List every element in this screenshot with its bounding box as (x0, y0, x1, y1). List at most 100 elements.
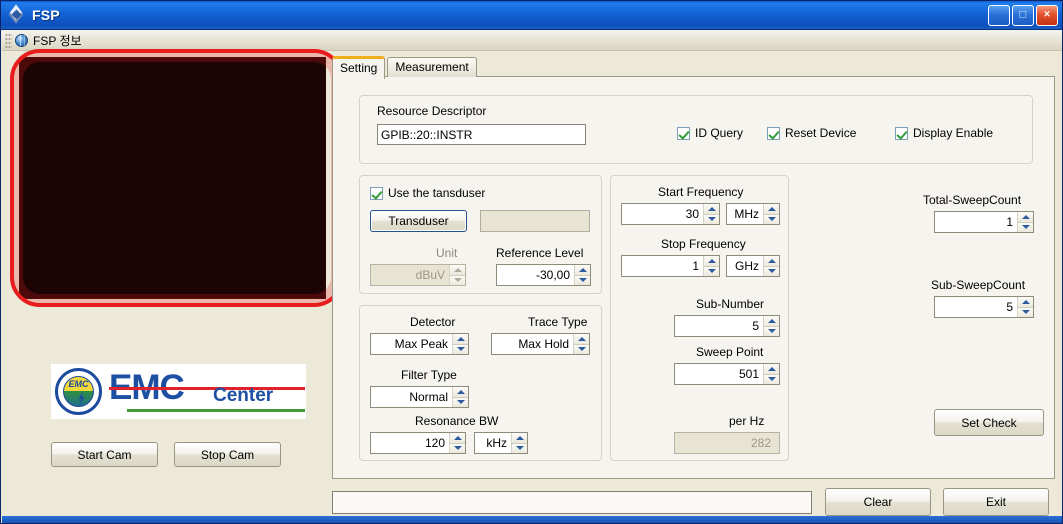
sweep-point-spinner[interactable]: 501 (674, 363, 780, 385)
unit-spin-arrows[interactable] (449, 265, 465, 285)
stop-frequency-spin-up-icon[interactable] (704, 256, 719, 266)
logo-sub-text: Center (213, 385, 274, 406)
detector-spin-up-icon[interactable] (453, 334, 468, 344)
start-frequency-spinner[interactable]: 30 (621, 203, 720, 225)
use-transducer-label: Use the tansduser (388, 186, 486, 200)
unit-spinner[interactable]: dBuV (370, 264, 466, 286)
filter-type-spinner[interactable]: Normal (370, 386, 469, 408)
close-button[interactable]: × (1036, 4, 1058, 26)
unit-spin-up-icon[interactable] (450, 265, 465, 275)
start-frequency-spin-up-icon[interactable] (704, 204, 719, 214)
exit-button[interactable]: Exit (943, 488, 1049, 516)
reference-level-spin-down-icon[interactable] (575, 274, 590, 285)
resonance-bw-unit-spinner[interactable]: kHz (474, 432, 528, 454)
sub-number-spin-down-icon[interactable] (764, 325, 779, 336)
use-transducer-checkbox[interactable]: Use the tansduser (370, 186, 485, 200)
sweep-point-spin-down-icon[interactable] (764, 373, 779, 384)
start-frequency-unit-spinner[interactable]: MHz (726, 203, 780, 225)
resonance-bw-value: 120 (424, 436, 445, 450)
stop-frequency-spin-arrows[interactable] (703, 256, 719, 276)
sweep-point-spin-arrows[interactable] (763, 364, 779, 384)
sub-number-spin-up-icon[interactable] (764, 316, 779, 326)
total-sweep-count-spin-up-icon[interactable] (1018, 212, 1033, 222)
reference-level-spin-arrows[interactable] (574, 265, 590, 285)
tab-measurement[interactable]: Measurement (387, 57, 477, 77)
set-check-button[interactable]: Set Check (934, 409, 1044, 436)
sub-sweep-count-spin-down-icon[interactable] (1018, 306, 1033, 317)
stop-frequency-unit-spin-down-icon[interactable] (764, 265, 779, 276)
use-transducer-checkbox-box (370, 186, 383, 200)
detector-value: Max Peak (394, 337, 448, 351)
stop-frequency-spinner[interactable]: 1 (621, 255, 720, 277)
reference-level-spinner[interactable]: -30,00 (496, 264, 591, 286)
setting-tab-page: Resource Descriptor ID Query Reset Devic… (332, 76, 1055, 479)
resonance-bw-unit-spin-up-icon[interactable] (512, 433, 527, 443)
trace-type-spin-down-icon[interactable] (574, 343, 589, 354)
stop-frequency-unit-spinner[interactable]: GHz (726, 255, 780, 277)
menu-item-fsp-info[interactable]: FSP 정보 (12, 31, 89, 50)
start-frequency-unit-spin-up-icon[interactable] (764, 204, 779, 214)
menu-bar: FSP 정보 (2, 30, 1062, 51)
id-query-checkbox[interactable]: ID Query (677, 126, 743, 140)
unit-value: dBuV (415, 268, 445, 282)
filter-type-spin-arrows[interactable] (452, 387, 468, 407)
filter-type-spin-down-icon[interactable] (453, 396, 468, 407)
resonance-bw-spin-down-icon[interactable] (450, 442, 465, 453)
start-frequency-unit-spin-down-icon[interactable] (764, 213, 779, 224)
resonance-bw-spin-arrows[interactable] (449, 433, 465, 453)
trace-type-spin-up-icon[interactable] (574, 334, 589, 344)
resonance-bw-unit-spin-down-icon[interactable] (512, 442, 527, 453)
reference-level-spin-up-icon[interactable] (575, 265, 590, 275)
detector-spinner[interactable]: Max Peak (370, 333, 469, 355)
maximize-button[interactable]: □ (1012, 4, 1034, 26)
trace-type-spin-arrows[interactable] (573, 334, 589, 354)
detector-spin-arrows[interactable] (452, 334, 468, 354)
start-frequency-spin-arrows[interactable] (703, 204, 719, 224)
trace-type-spinner[interactable]: Max Hold (491, 333, 590, 355)
minimize-icon: _ (995, 11, 1003, 28)
start-frequency-unit-value: MHz (734, 207, 759, 221)
status-message-input[interactable] (332, 490, 812, 514)
total-sweep-count-spin-down-icon[interactable] (1018, 221, 1033, 232)
stop-frequency-spin-down-icon[interactable] (704, 265, 719, 276)
resource-descriptor-input[interactable] (377, 124, 586, 145)
logo-green-rule (127, 409, 305, 412)
transducer-file-field[interactable] (480, 210, 590, 232)
clear-button[interactable]: Clear (825, 488, 931, 516)
menu-drag-grip[interactable] (5, 32, 12, 48)
filter-type-spin-up-icon[interactable] (453, 387, 468, 397)
stop-frequency-unit-spin-up-icon[interactable] (764, 256, 779, 266)
sweep-point-spin-up-icon[interactable] (764, 364, 779, 374)
start-frequency-spin-down-icon[interactable] (704, 213, 719, 224)
sub-sweep-count-spin-arrows[interactable] (1017, 297, 1033, 317)
total-sweep-count-spin-arrows[interactable] (1017, 212, 1033, 232)
sub-sweep-count-spin-up-icon[interactable] (1018, 297, 1033, 307)
stop-frequency-unit-spin-arrows[interactable] (763, 256, 779, 276)
detector-spin-down-icon[interactable] (453, 343, 468, 354)
id-query-label: ID Query (695, 126, 744, 140)
unit-spin-down-icon[interactable] (450, 274, 465, 285)
sub-number-spinner[interactable]: 5 (674, 315, 780, 337)
resonance-bw-unit-spin-arrows[interactable] (511, 433, 527, 453)
sub-sweep-count-spinner[interactable]: 5 (934, 296, 1034, 318)
display-enable-checkbox-box (895, 126, 908, 140)
emc-emblem-icon: EMC (55, 368, 102, 415)
stop-cam-button[interactable]: Stop Cam (174, 442, 281, 467)
tab-setting[interactable]: Setting (332, 56, 386, 79)
display-enable-checkbox[interactable]: Display Enable (895, 126, 993, 140)
minimize-button[interactable]: _ (988, 4, 1010, 28)
total-sweep-count-spinner[interactable]: 1 (934, 211, 1034, 233)
close-icon: × (1043, 8, 1051, 21)
start-frequency-unit-spin-arrows[interactable] (763, 204, 779, 224)
camera-button-row: Start Cam Stop Cam (6, 442, 326, 467)
sub-number-label: Sub-Number (696, 297, 765, 311)
reset-device-checkbox[interactable]: Reset Device (767, 126, 856, 140)
detector-group: Detector Max Peak Trace Type Max Hold Fi… (359, 305, 602, 461)
resonance-bw-spin-up-icon[interactable] (450, 433, 465, 443)
camera-preview[interactable] (19, 57, 326, 299)
transducer-button[interactable]: Transduser (370, 210, 467, 232)
resonance-bw-spinner[interactable]: 120 (370, 432, 466, 454)
sweep-point-label: Sweep Point (696, 345, 764, 359)
sub-number-spin-arrows[interactable] (763, 316, 779, 336)
start-cam-button[interactable]: Start Cam (51, 442, 158, 467)
